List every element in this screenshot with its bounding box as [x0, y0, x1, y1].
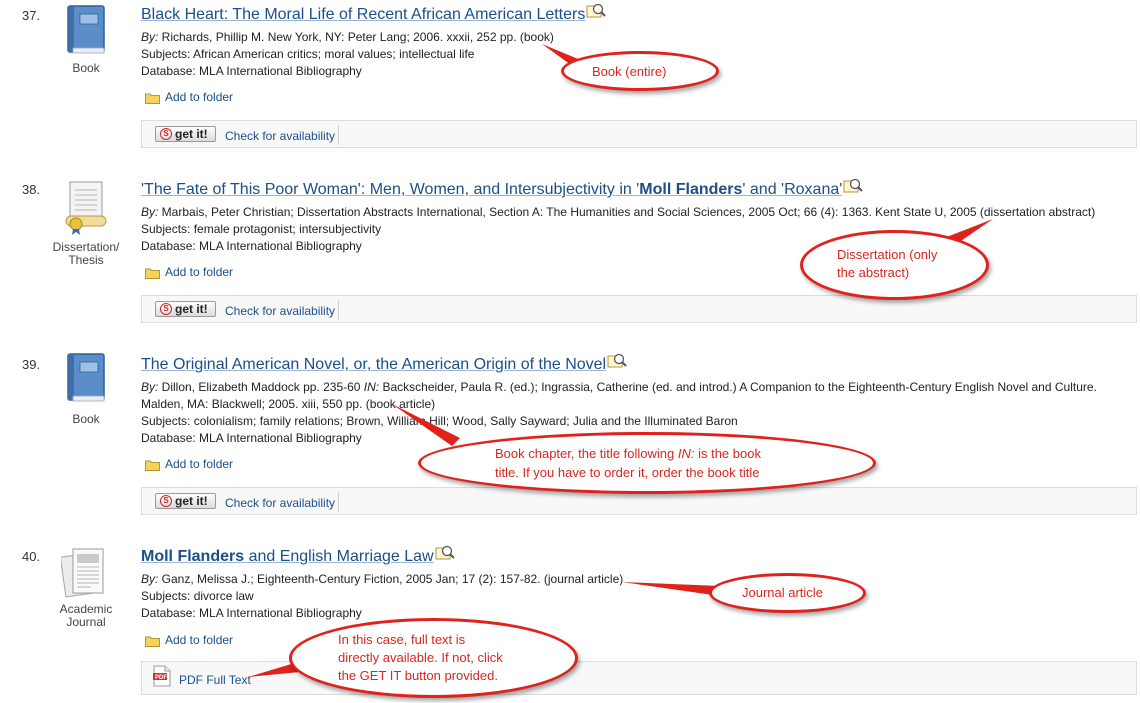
callout-chapter: Book chapter, the title following IN: is…: [418, 432, 876, 494]
callout-fulltext: In this case, full text is directly avai…: [289, 618, 578, 698]
callout-book: Book (entire): [561, 51, 719, 91]
arrow-chapter: [392, 404, 460, 446]
annotation-arrows: [248, 44, 993, 677]
callout-dissertation: Dissertation (only the abstract): [800, 230, 989, 300]
callout-journal: Journal article: [709, 573, 866, 613]
arrow-journal: [622, 582, 720, 596]
